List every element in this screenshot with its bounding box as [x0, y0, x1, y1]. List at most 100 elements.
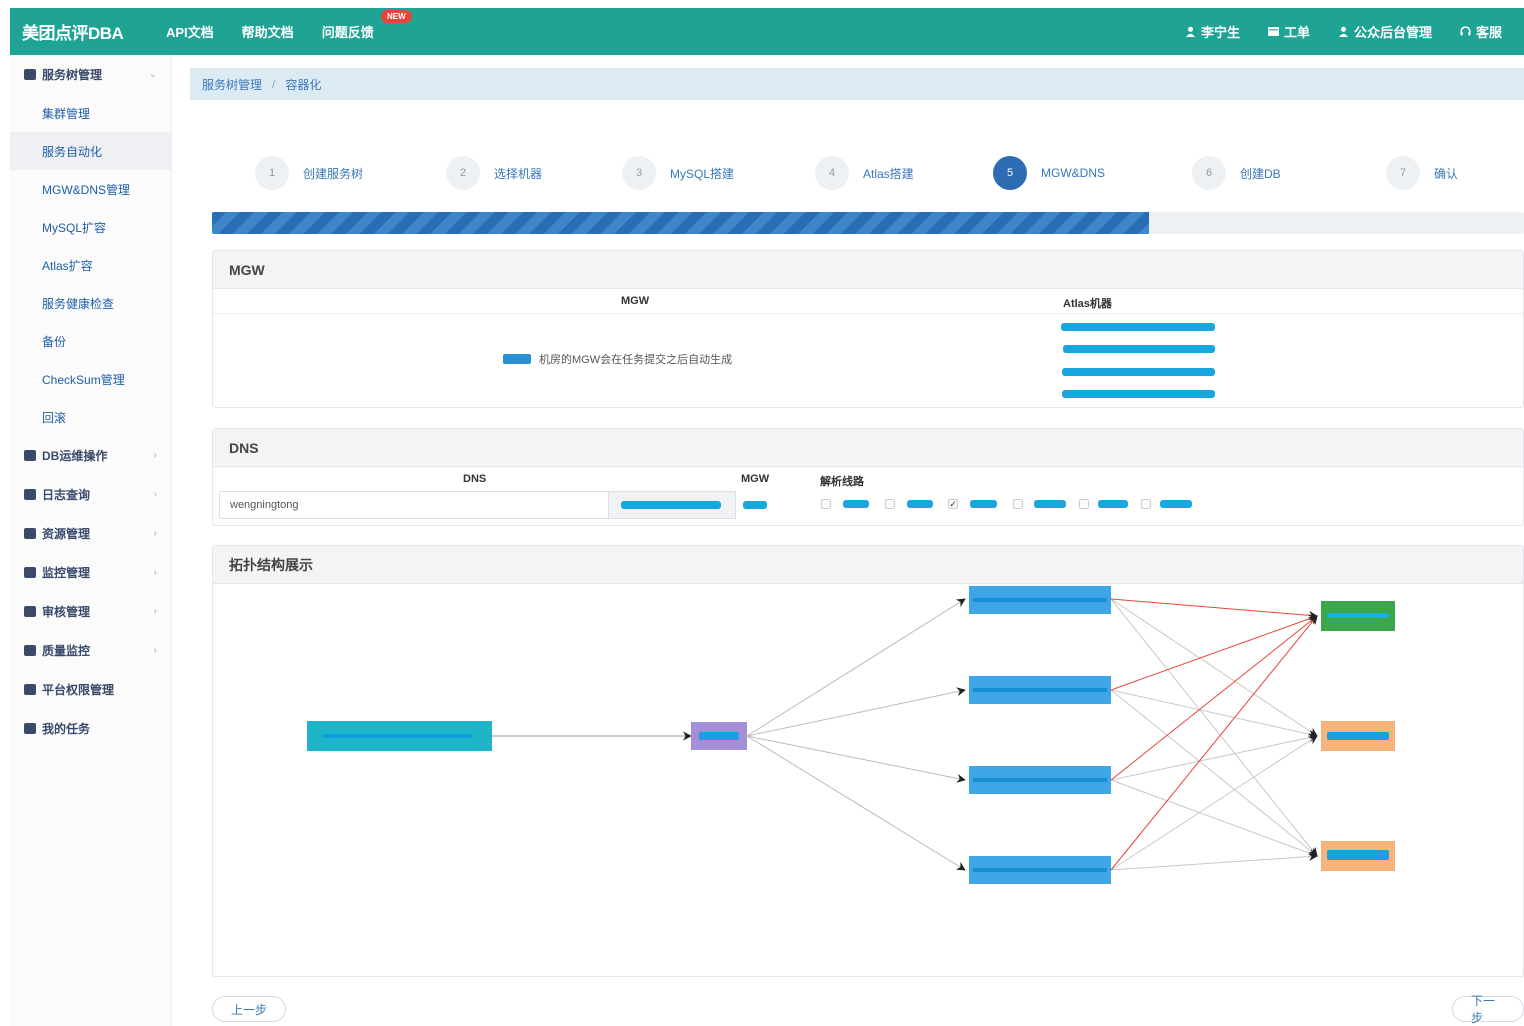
breadcrumb-separator: / [272, 77, 276, 91]
sidebar-group-label: 质量监控 [42, 644, 91, 658]
node-label-redacted [973, 778, 1107, 782]
nav-help-docs[interactable]: 帮助文档 [242, 22, 294, 41]
dns-panel-title: DNS [213, 429, 1523, 467]
step-number: 5 [993, 156, 1027, 190]
nav-support[interactable]: 客服 [1460, 22, 1502, 41]
chevron-right-icon: › [153, 489, 157, 500]
sidebar-group-monitor[interactable]: 监控管理 › [10, 553, 171, 592]
brand-logo[interactable]: 美团点评DBA [22, 19, 152, 44]
top-navbar: 美团点评DBA API文档 帮助文档 问题反馈 NEW 李宁生 工单 公众后台管… [10, 8, 1524, 55]
atlas-machine-redacted [1063, 345, 1215, 353]
topology-diagram [307, 586, 1395, 884]
nav-feedback[interactable]: 问题反馈 NEW [322, 10, 412, 41]
step-label: Atlas搭建 [863, 166, 914, 181]
route-label-redacted [843, 500, 869, 508]
breadcrumb-current: 容器化 [285, 77, 322, 92]
step-number: 4 [815, 156, 849, 190]
step-number: 2 [446, 156, 480, 190]
step-6[interactable]: 6 创建DB [1192, 156, 1281, 190]
info-icon [503, 354, 531, 364]
lock-icon [24, 684, 36, 695]
column-header-atlas: Atlas机器 [1063, 298, 1112, 310]
topology-panel-title: 拓扑结构展示 [213, 546, 1523, 584]
sidebar-group-logs[interactable]: 日志查询 › [10, 475, 171, 514]
topology-edge [746, 687, 966, 737]
sidebar: 服务树管理 ⌄ 集群管理 服务自动化 MGW&DNS管理 MySQL扩容 Atl… [10, 55, 172, 1026]
sidebar-item-automation[interactable]: 服务自动化 [10, 132, 171, 170]
topology-edge [746, 735, 966, 871]
route-label-redacted [1034, 500, 1066, 508]
sidebar-group-resources[interactable]: 资源管理 › [10, 514, 171, 553]
nav-admin-label: 公众后台管理 [1353, 25, 1432, 40]
route-label-redacted [907, 500, 933, 508]
sidebar-group-label: 我的任务 [42, 722, 91, 736]
atlas-machine-redacted [1062, 368, 1215, 376]
progress-fill [212, 212, 1149, 234]
node-label-redacted [973, 688, 1107, 692]
chevron-right-icon: › [153, 645, 157, 656]
header-divider [213, 313, 1523, 314]
nav-workorder[interactable]: 工单 [1267, 22, 1310, 41]
next-button[interactable]: 下一步 [1452, 994, 1524, 1025]
prev-button[interactable]: 上一步 [212, 996, 287, 1022]
sidebar-item-rollback[interactable]: 回滚 [10, 398, 171, 436]
dns-suffix-select[interactable] [608, 491, 736, 519]
route-checkbox[interactable] [1141, 499, 1151, 509]
mgw-hint-text: 机房的MGW会在任务提交之后自动生成 [539, 354, 733, 366]
nav-api-docs[interactable]: API文档 [166, 22, 214, 41]
sidebar-group-label: 平台权限管理 [42, 683, 115, 697]
sidebar-group-my-tasks[interactable]: 我的任务 [10, 709, 171, 748]
route-checkbox-checked[interactable]: ✓ [948, 499, 958, 509]
sidebar-item-cluster[interactable]: 集群管理 [10, 94, 171, 132]
column-header-mgw: MGW [741, 473, 770, 485]
sidebar-item-backup[interactable]: 备份 [10, 322, 171, 360]
step-2[interactable]: 2 选择机器 [446, 156, 542, 190]
breadcrumb-parent[interactable]: 服务树管理 [202, 76, 262, 93]
step-4[interactable]: 4 Atlas搭建 [815, 156, 914, 190]
step-3[interactable]: 3 MySQL搭建 [622, 156, 734, 190]
sidebar-item-mgw-dns[interactable]: MGW&DNS管理 [10, 170, 171, 208]
mgw-panel-title: MGW [213, 251, 1523, 289]
step-label: 确认 [1434, 166, 1459, 181]
sidebar-group-review[interactable]: 审核管理 › [10, 592, 171, 631]
nav-user-label: 李宁生 [1200, 25, 1240, 40]
route-label-redacted [1098, 500, 1128, 508]
sidebar-item-checksum[interactable]: CheckSum管理 [10, 360, 171, 398]
route-checkbox[interactable] [1013, 499, 1023, 509]
dns-suffix-redacted [621, 501, 721, 509]
step-label: 创建服务树 [303, 166, 364, 181]
node-label-redacted [699, 732, 739, 740]
sidebar-group-permissions[interactable]: 平台权限管理 [10, 670, 171, 709]
mgw-panel: MGW MGW Atlas机器 机房的MGW会在任务提交之后自动生成 [212, 250, 1524, 408]
step-5[interactable]: 5 MGW&DNS [993, 156, 1105, 190]
main-content: 服务树管理 / 容器化 1 创建服务树 2 选择机器 3 MySQL搭建 4 A… [190, 68, 1524, 1026]
home-icon [24, 528, 36, 539]
sidebar-group-db-ops[interactable]: DB运维操作 › [10, 436, 171, 475]
node-label-redacted [1327, 850, 1389, 860]
dns-name-input[interactable]: wengningtong [219, 491, 609, 519]
dns-panel: DNS DNS MGW 解析线路 wengningtong ✓ [212, 428, 1524, 526]
step-number: 3 [622, 156, 656, 190]
nav-admin[interactable]: 公众后台管理 [1338, 22, 1432, 41]
nav-user[interactable]: 李宁生 [1185, 22, 1240, 41]
step-7[interactable]: 7 确认 [1386, 156, 1458, 190]
sidebar-group-quality[interactable]: 质量监控 › [10, 631, 171, 670]
route-checkbox[interactable] [885, 499, 895, 509]
headset-icon [1460, 26, 1471, 36]
breadcrumb: 服务树管理 / 容器化 [190, 68, 1524, 100]
route-label-redacted [970, 500, 997, 508]
route-checkbox[interactable] [1079, 499, 1089, 509]
atlas-machine-redacted [1061, 323, 1215, 331]
sidebar-item-mysql-expand[interactable]: MySQL扩容 [10, 208, 171, 246]
step-number: 6 [1192, 156, 1226, 190]
sidebar-item-health-check[interactable]: 服务健康检查 [10, 284, 171, 322]
new-badge: NEW [381, 10, 412, 23]
sidebar-group-label: 服务树管理 [42, 68, 103, 82]
sidebar-group-label: 审核管理 [42, 605, 91, 619]
topology-gray-edges [1110, 598, 1318, 871]
sidebar-group-service-tree[interactable]: 服务树管理 ⌄ [10, 55, 171, 94]
step-1[interactable]: 1 创建服务树 [255, 156, 363, 190]
step-number: 7 [1386, 156, 1420, 190]
route-checkbox[interactable] [821, 499, 831, 509]
sidebar-item-atlas-expand[interactable]: Atlas扩容 [10, 246, 171, 284]
